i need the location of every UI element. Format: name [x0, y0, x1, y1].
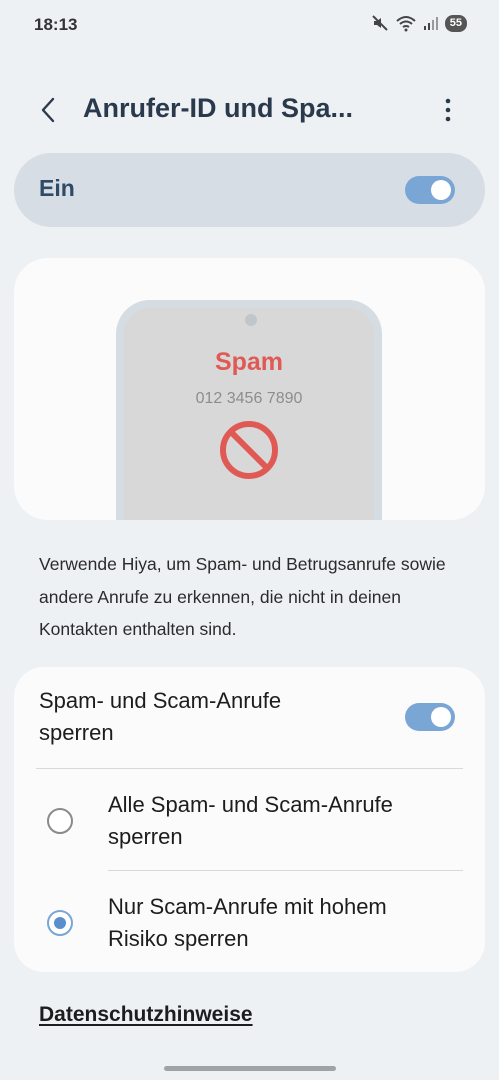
description-text: Verwende Hiya, um Spam- und Betrugsanruf… — [39, 554, 446, 639]
block-spam-row[interactable]: Spam- und Scam-Anrufe sperren — [14, 667, 485, 767]
phone-illustration: Spam 012 3456 7890 — [116, 300, 382, 520]
phone-number: 012 3456 7890 — [195, 390, 303, 407]
master-switch-label: Ein — [39, 175, 75, 201]
illustration-card: Spam 012 3456 7890 — [14, 258, 485, 520]
chevron-left-icon — [41, 97, 55, 123]
home-indicator[interactable] — [164, 1066, 336, 1071]
radio-button[interactable] — [47, 808, 73, 834]
spam-label: Spam — [214, 348, 284, 376]
status-bar: 18:13 55 — [0, 0, 499, 52]
battery-icon: 55 — [444, 14, 467, 32]
block-icon — [220, 421, 278, 479]
phone-camera — [245, 314, 257, 326]
signal-icon — [423, 15, 439, 31]
block-spam-label: Spam- und Scam-Anrufe sperren — [39, 688, 282, 745]
more-options-button[interactable] — [432, 94, 464, 126]
master-switch-card[interactable]: Ein — [14, 153, 485, 227]
status-icons: 55 — [371, 14, 467, 32]
toggle-knob — [431, 180, 451, 200]
radio-button-selected[interactable] — [47, 910, 73, 936]
status-time: 18:13 — [34, 15, 78, 34]
settings-card: Spam- und Scam-Anrufe sperren Alle Spam-… — [14, 667, 485, 972]
toggle-knob — [431, 707, 451, 727]
option-block-all[interactable]: Alle Spam- und Scam-Anrufe sperren — [14, 769, 485, 869]
master-toggle[interactable] — [405, 176, 455, 204]
back-button[interactable] — [32, 94, 64, 126]
app-header: Anrufer-ID und Spa... — [0, 80, 499, 140]
option-label: Alle Spam- und Scam-Anrufe sperren — [108, 792, 393, 849]
block-spam-toggle[interactable] — [405, 703, 455, 731]
more-vertical-icon — [445, 98, 451, 122]
option-label: Nur Scam-Anrufe mit hohem Risiko sperren — [108, 894, 387, 951]
page-title: Anrufer-ID und Spa... — [83, 93, 353, 123]
mute-icon — [371, 14, 389, 32]
option-block-high-risk[interactable]: Nur Scam-Anrufe mit hohem Risiko sperren — [14, 871, 485, 971]
wifi-icon — [395, 14, 417, 32]
privacy-notice-link[interactable]: Datenschutzhinweise — [39, 1003, 253, 1027]
